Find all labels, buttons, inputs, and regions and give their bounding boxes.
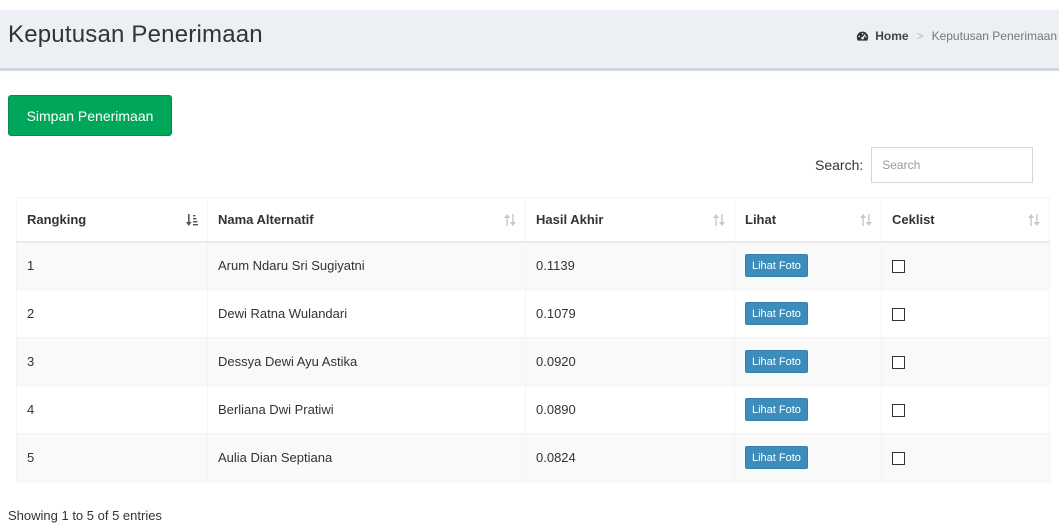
sort-ascending-icon [186,214,198,226]
save-acceptance-button[interactable]: Simpan Penerimaan [8,95,172,136]
view-photo-button[interactable]: Lihat Foto [745,254,808,278]
content-header: Keputusan Penerimaan Home > Keputusan Pe… [0,10,1059,71]
table-row: 2 Dewi Ratna Wulandari 0.1079 Lihat Foto [16,289,1050,338]
breadcrumb: Home > Keputusan Penerimaan [856,29,1057,43]
checklist-checkbox[interactable] [892,404,905,418]
column-header-label: Lihat [745,211,777,227]
table-info: Showing 1 to 5 of 5 entries [8,508,162,523]
view-photo-button[interactable]: Lihat Foto [745,302,808,325]
rank-cell: 5 [16,433,208,482]
check-cell [881,433,1050,482]
sort-both-icon [860,214,872,226]
column-header-nama-alternatif[interactable]: Nama Alternatif [207,197,526,243]
column-header-label: Hasil Akhir [536,211,604,227]
sort-both-icon [1028,214,1040,226]
table-row: 3 Dessya Dewi Ayu Astika 0.0920 Lihat Fo… [16,337,1050,386]
check-cell [881,289,1050,338]
rank-cell: 1 [16,241,208,290]
view-cell: Lihat Foto [734,433,882,482]
name-cell: Dewi Ratna Wulandari [207,289,526,338]
table-row: 4 Berliana Dwi Pratiwi 0.0890 Lihat Foto [16,385,1050,434]
breadcrumb-home-link[interactable]: Home [875,29,908,43]
column-header-label: Rangking [27,211,87,227]
table-header-row: Rangking Nama Alternatif Hasil Akhir Lih… [16,197,1050,243]
column-header-label: Ceklist [892,211,935,227]
sort-both-icon [504,214,516,226]
ranking-table: Rangking Nama Alternatif Hasil Akhir Lih… [16,197,1050,482]
search-label: Search: [815,157,864,173]
check-cell [881,241,1050,290]
column-header-hasil-akhir[interactable]: Hasil Akhir [525,197,735,243]
breadcrumb-current: Keputusan Penerimaan [931,29,1057,43]
check-cell [881,385,1050,434]
view-cell: Lihat Foto [734,289,882,338]
name-cell: Aulia Dian Septiana [207,433,526,482]
score-cell: 0.1139 [525,241,735,290]
column-header-label: Nama Alternatif [218,211,314,227]
score-cell: 0.0890 [525,385,735,434]
breadcrumb-separator: > [916,29,924,43]
rank-cell: 2 [16,289,208,338]
score-cell: 0.0920 [525,337,735,386]
name-cell: Berliana Dwi Pratiwi [207,385,526,434]
dashboard-icon [857,31,869,41]
score-cell: 0.1079 [525,289,735,338]
checklist-checkbox[interactable] [892,308,905,322]
checklist-checkbox[interactable] [892,452,905,466]
checklist-checkbox[interactable] [892,260,905,274]
page-title: Keputusan Penerimaan [8,21,263,48]
name-cell: Arum Ndaru Sri Sugiyatni [207,241,526,290]
column-header-rangking[interactable]: Rangking [16,197,208,243]
view-cell: Lihat Foto [734,337,882,386]
checklist-checkbox[interactable] [892,356,905,370]
view-photo-button[interactable]: Lihat Foto [745,446,808,469]
column-header-ceklist[interactable]: Ceklist [881,197,1050,243]
search-box: Search: [815,147,1034,183]
rank-cell: 4 [16,385,208,434]
sort-both-icon [713,214,725,226]
view-photo-button[interactable]: Lihat Foto [745,350,808,373]
view-photo-button[interactable]: Lihat Foto [745,398,808,421]
search-input[interactable] [871,147,1034,183]
rank-cell: 3 [16,337,208,386]
name-cell: Dessya Dewi Ayu Astika [207,337,526,386]
column-header-lihat[interactable]: Lihat [734,197,882,243]
check-cell [881,337,1050,386]
view-cell: Lihat Foto [734,385,882,434]
score-cell: 0.0824 [525,433,735,482]
table-row: 5 Aulia Dian Septiana 0.0824 Lihat Foto [16,433,1050,482]
table-row: 1 Arum Ndaru Sri Sugiyatni 0.1139 Lihat … [16,241,1050,290]
view-cell: Lihat Foto [734,241,882,290]
